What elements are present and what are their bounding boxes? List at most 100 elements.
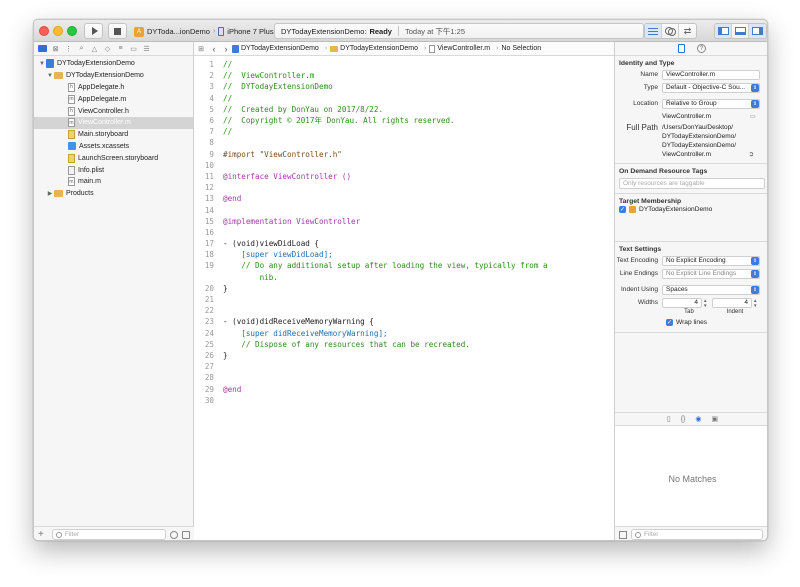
code-line[interactable]: 11 @interface ViewController ()	[194, 171, 614, 182]
code-line[interactable]: 5 // Created by DonYau on 2017/8/22.	[194, 104, 614, 115]
code-line[interactable]: 9 #import "ViewController.h"	[194, 149, 614, 160]
grid-view-icon[interactable]	[619, 530, 627, 539]
code-line[interactable]: 10	[194, 160, 614, 171]
tree-item[interactable]: h ViewController.h	[34, 105, 193, 117]
add-file-button[interactable]: +	[38, 529, 48, 540]
code-line[interactable]: 22	[194, 305, 614, 316]
close-window-button[interactable]	[39, 26, 49, 36]
tree-item[interactable]: Main.storyboard	[34, 129, 193, 141]
code-line[interactable]: 23 - (void)didReceiveMemoryWarning {	[194, 316, 614, 327]
code-line[interactable]: 21	[194, 294, 614, 305]
tree-item[interactable]: m AppDelegate.m	[34, 93, 193, 105]
standard-editor-button[interactable]	[645, 24, 662, 38]
type-select[interactable]: Default - Objective-C Sou... ⇕	[662, 82, 760, 93]
file-inspector-tab[interactable]	[678, 44, 685, 53]
assistant-editor-button[interactable]	[662, 24, 679, 38]
report-navigator-tab[interactable]: ☰	[142, 44, 151, 53]
file-template-library-tab[interactable]: ▯	[667, 415, 671, 423]
library-filter-input[interactable]: Filter	[631, 529, 763, 540]
disclosure-closed-icon[interactable]: ▶	[46, 190, 54, 197]
tree-item[interactable]: m ViewController.m	[34, 116, 193, 129]
code-line[interactable]: 28	[194, 372, 614, 383]
tree-item[interactable]: m main.m	[34, 176, 193, 188]
reveal-in-finder-icon[interactable]: ➲	[749, 150, 754, 159]
name-field[interactable]: ViewController.m	[662, 69, 760, 80]
zoom-window-button[interactable]	[67, 26, 77, 36]
tree-item[interactable]: h AppDelegate.h	[34, 82, 193, 94]
scheme-selector[interactable]: A DYToda...ionDemo › iPhone 7 Plus	[134, 25, 274, 38]
breadcrumb-selection[interactable]: No Selection	[501, 45, 541, 52]
version-editor-button[interactable]: ⇄	[679, 24, 696, 38]
code-line[interactable]: 16	[194, 227, 614, 238]
recent-files-icon[interactable]	[170, 530, 179, 539]
code-line[interactable]: 25 // Dispose of any resources that can …	[194, 339, 614, 350]
run-button[interactable]	[84, 23, 103, 39]
object-library-tab[interactable]: ◉	[695, 415, 701, 423]
line-endings-select[interactable]: No Explicit Line Endings ⇕	[662, 268, 760, 279]
media-library-tab[interactable]: ▣	[712, 415, 719, 423]
code-line[interactable]: 8	[194, 137, 614, 148]
code-line[interactable]: 2 // ViewController.m	[194, 70, 614, 81]
indent-width-field[interactable]: 4	[712, 297, 752, 308]
breadcrumb-file[interactable]: ViewController.m	[429, 44, 490, 53]
code-line[interactable]: nib.	[194, 272, 614, 283]
toggle-navigator-button[interactable]	[715, 24, 732, 38]
breakpoint-navigator-tab[interactable]: ▭	[129, 44, 138, 53]
wrap-lines-checkbox[interactable]: ✓	[666, 319, 673, 326]
device-name[interactable]: iPhone 7 Plus	[227, 27, 273, 36]
code-line[interactable]: 20}	[194, 283, 614, 294]
forward-button[interactable]: ›	[220, 44, 232, 54]
disclosure-open-icon[interactable]: ▼	[38, 61, 46, 67]
code-line[interactable]: 6 // Copyright © 2017年 DonYau. All rights…	[194, 115, 614, 126]
stop-button[interactable]	[108, 23, 127, 39]
code-line[interactable]: 3 // DYTodayExtensionDemo	[194, 81, 614, 92]
navigator-filter-input[interactable]: Filter	[51, 529, 167, 540]
disclosure-open-icon[interactable]: ▼	[46, 73, 54, 79]
tree-item[interactable]: ▶ Products	[34, 188, 193, 200]
code-line[interactable]: 14	[194, 204, 614, 215]
tree-item[interactable]: Info.plist	[34, 164, 193, 176]
code-line[interactable]: 29 @end	[194, 383, 614, 394]
code-line[interactable]: 1 //	[194, 59, 614, 70]
find-navigator-tab[interactable]: ⌕	[77, 44, 86, 53]
code-line[interactable]: 13 @end	[194, 193, 614, 204]
code-line[interactable]: 4 //	[194, 93, 614, 104]
code-line[interactable]: 17 - (void)viewDidLoad {	[194, 238, 614, 249]
tab-width-field[interactable]: 4	[662, 297, 702, 308]
code-line[interactable]: 7 //	[194, 126, 614, 137]
source-control-filter-icon[interactable]	[182, 530, 191, 539]
code-line[interactable]: 15 @implementation ViewController	[194, 216, 614, 227]
tab-width-stepper[interactable]: ▲ ▼	[703, 298, 708, 308]
code-line[interactable]: 24 [super didReceiveMemoryWarning];	[194, 328, 614, 339]
test-navigator-tab[interactable]: ◇	[103, 44, 112, 53]
tree-item[interactable]: Assets.xcassets	[34, 141, 193, 153]
breadcrumb-group[interactable]: DYTodayExtensionDemo	[330, 45, 418, 52]
source-control-tab[interactable]: ⊠	[51, 44, 60, 53]
code-line[interactable]: 12	[194, 182, 614, 193]
encoding-select[interactable]: No Explicit Encoding ⇕	[662, 255, 760, 266]
project-navigator-tab[interactable]	[38, 44, 47, 53]
indent-using-select[interactable]: Spaces ⇕	[662, 284, 760, 295]
code-line[interactable]: 18 [super viewDidLoad];	[194, 249, 614, 260]
tree-item[interactable]: ▼ DYTodayExtensionDemo	[34, 70, 193, 82]
indent-width-stepper[interactable]: ▲ ▼	[753, 298, 758, 308]
minimize-window-button[interactable]	[53, 26, 63, 36]
symbol-navigator-tab[interactable]: ⋮	[64, 44, 73, 53]
code-line[interactable]: 26}	[194, 350, 614, 361]
toggle-debug-area-button[interactable]	[732, 24, 749, 38]
back-button[interactable]: ‹	[208, 44, 220, 54]
code-area[interactable]: 1 // 2 // ViewController.m 3 // DYTodayExtens…	[194, 56, 614, 406]
tree-item[interactable]: ▼ DYTodayExtensionDemo	[34, 58, 193, 70]
breadcrumb-project[interactable]: DYTodayExtensionDemo	[232, 44, 319, 53]
tree-item[interactable]: LaunchScreen.storyboard	[34, 152, 193, 164]
code-line[interactable]: 27	[194, 361, 614, 372]
location-select[interactable]: Relative to Group ⇕	[662, 98, 760, 109]
odr-tags-input[interactable]: Only resources are taggable	[619, 178, 765, 189]
debug-navigator-tab[interactable]: ≡	[116, 44, 125, 53]
issue-navigator-tab[interactable]: △	[90, 44, 99, 53]
folder-icon[interactable]: ▭	[750, 113, 756, 120]
code-line[interactable]: 19 // Do any additional setup after load…	[194, 260, 614, 271]
quick-help-tab[interactable]: ?	[697, 44, 706, 53]
code-line[interactable]: 30	[194, 395, 614, 406]
target-membership-checkbox[interactable]: ✓	[619, 206, 626, 213]
